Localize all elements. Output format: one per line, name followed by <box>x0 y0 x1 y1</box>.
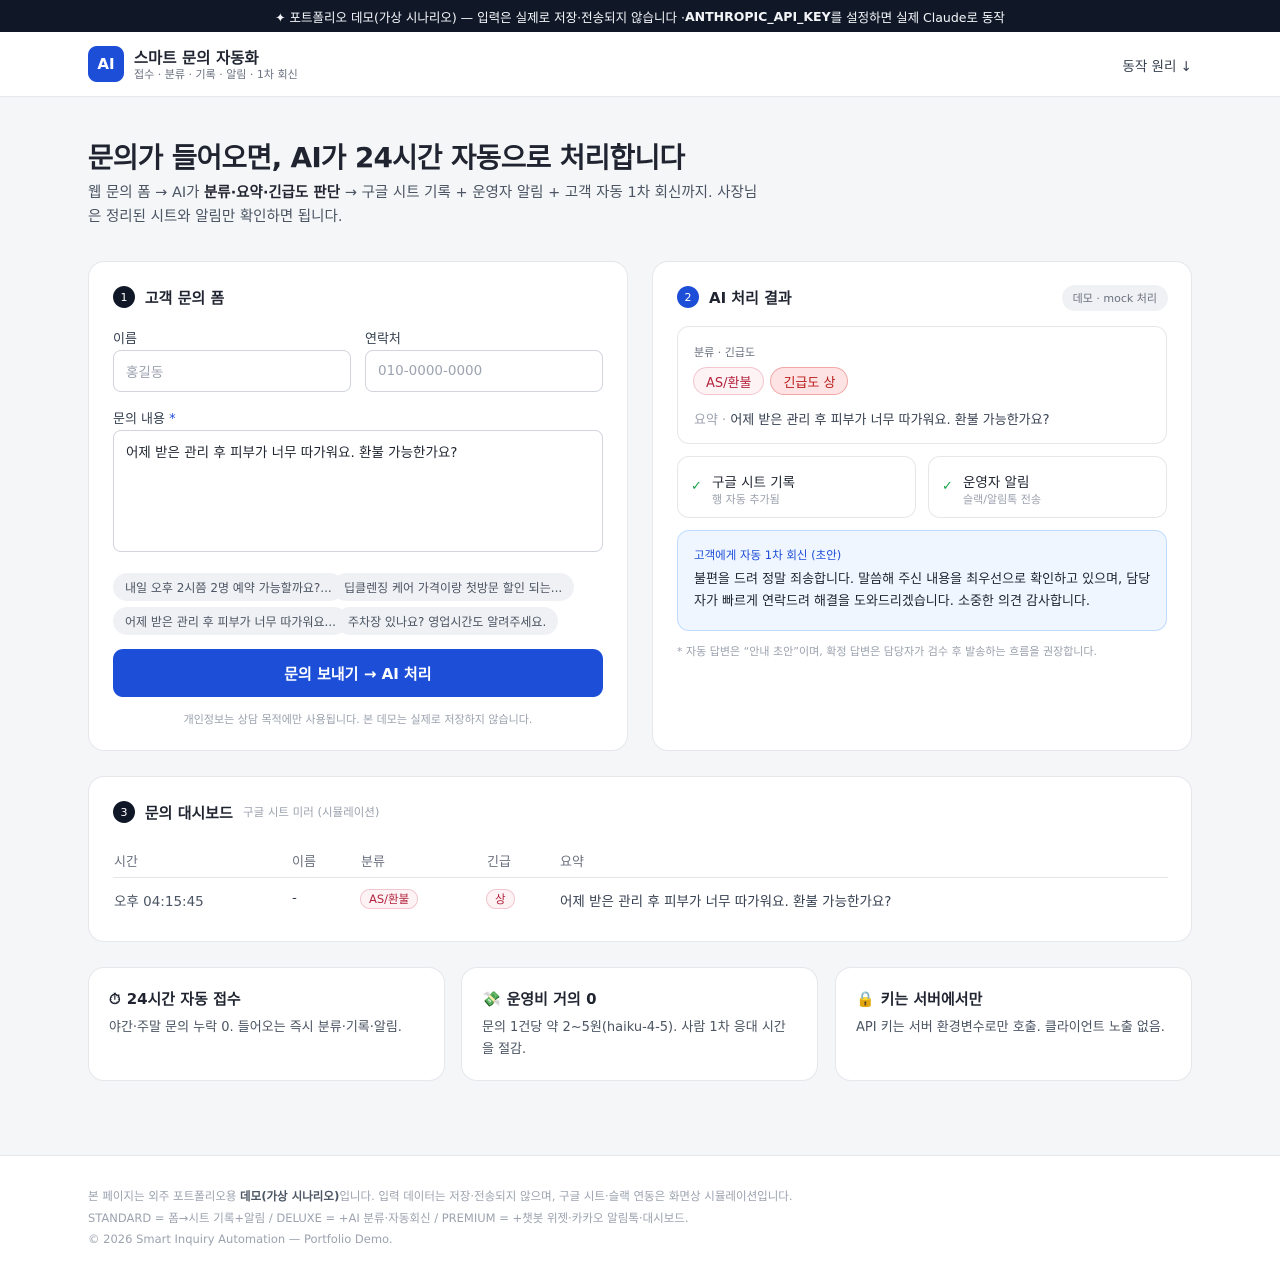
hero-description: 웹 문의 폼 → AI가 분류·요약·긴급도 판단 → 구글 시트 기록 + 운… <box>88 181 768 229</box>
result-card-title: AI 처리 결과 <box>709 288 792 307</box>
money-icon: 💸 <box>482 989 501 1008</box>
classification-box: 분류 · 긴급도 AS/환불 긴급도 상 요약 · 어제 받은 관리 후 피부가… <box>677 326 1167 444</box>
check-icon: ✓ <box>691 479 702 494</box>
check-icon: ✓ <box>942 479 953 494</box>
sheet-status-box: ✓ 구글 시트 기록 행 자동 추가됨 <box>677 456 916 518</box>
site-footer: 본 페이지는 외주 포트폴리오용 데모(가상 시나리오)입니다. 입력 데이터는… <box>0 1155 1280 1279</box>
name-input[interactable]: 홍길동 <box>113 350 351 392</box>
dashboard-title: 문의 대시보드 <box>145 803 234 822</box>
banner-suffix: 를 설정하면 실제 Claude로 동작 <box>830 9 1005 25</box>
logo: AI <box>88 46 124 82</box>
step-number-2: 2 <box>677 286 699 308</box>
mock-badge: 데모 · mock 처리 <box>1061 285 1168 311</box>
urgency-tag: 상 <box>486 889 515 909</box>
footer-disclaimer: 본 페이지는 외주 포트폴리오용 데모(가상 시나리오)입니다. 입력 데이터는… <box>88 1188 793 1204</box>
ai-result-card: 2 AI 처리 결과 데모 · mock 처리 분류 · 긴급도 AS/환불 긴… <box>652 261 1192 751</box>
dashboard-subtitle: 구글 시트 미러 (시뮬레이션) <box>243 805 380 819</box>
footer-line1-b: 데모(가상 시나리오) <box>240 1189 340 1203</box>
cell-urgency: 상 <box>486 889 515 909</box>
alert-status-title: 운영자 알림 <box>963 475 1030 491</box>
brand-title: 스마트 문의 자동화 <box>134 49 259 67</box>
feature-title: 💸 운영비 거의 0 <box>482 988 797 1009</box>
col-header-name: 이름 <box>292 855 316 870</box>
category-pill: AS/환불 <box>693 367 765 395</box>
classification-label: 분류 · 긴급도 <box>694 346 756 359</box>
reply-footnote: * 자동 답변은 “안내 초안”이며, 확정 답변은 담당자가 검수 후 발송하… <box>677 645 1098 658</box>
col-header-category: 분류 <box>361 855 385 870</box>
how-it-works-link[interactable]: 동작 원리 ↓ <box>1122 55 1192 75</box>
sheet-status-sub: 행 자동 추가됨 <box>712 493 780 506</box>
summary-line: 요약 · 어제 받은 관리 후 피부가 너무 따가워요. 환불 가능한가요? <box>694 409 1050 428</box>
footer-line1-a: 본 페이지는 외주 포트폴리오용 <box>88 1189 241 1203</box>
hero-title: 문의가 들어오면, AI가 24시간 자동으로 처리합니다 <box>88 141 685 174</box>
feature-card-cost: 💸 운영비 거의 0 문의 1건당 약 2~5원(haiku-4-5). 사람 1… <box>461 967 818 1081</box>
cell-time: 오후 04:15:45 <box>114 894 204 910</box>
feature-card-24h: ⏱ 24시간 자동 접수 야간·주말 문의 누락 0. 들어오는 즉시 분류·기록… <box>88 967 445 1081</box>
summary-label: 요약 · <box>694 413 731 428</box>
dashboard-header: 3 문의 대시보드 구글 시트 미러 (시뮬레이션) <box>113 801 379 823</box>
phone-input[interactable]: 010-0000-0000 <box>365 350 603 392</box>
feature-title-text: 키는 서버에서만 <box>880 990 983 1008</box>
phone-label: 연락처 <box>365 332 401 347</box>
col-header-time: 시간 <box>114 855 138 870</box>
banner-key: ANTHROPIC_API_KEY <box>685 8 831 24</box>
privacy-note: 개인정보는 상담 목적에만 사용됩니다. 본 데모는 실제로 저장하지 않습니다… <box>183 713 533 726</box>
demo-banner: ✦ 포트폴리오 데모(가상 시나리오) — 입력은 실제로 저장·전송되지 않습… <box>0 0 1280 32</box>
banner-prefix: ✦ 포트폴리오 데모(가상 시나리오) — 입력은 실제로 저장·전송되지 않습… <box>275 9 685 25</box>
footer-line1-c: 입니다. 입력 데이터는 저장·전송되지 않으며, 구글 시트·슬랙 연동은 화… <box>339 1189 793 1203</box>
feature-title-text: 운영비 거의 0 <box>506 990 597 1008</box>
content-label: 문의 내용 * <box>113 408 176 427</box>
step-number-3: 3 <box>113 801 135 823</box>
feature-card-security: 🔒 키는 서버에서만 API 키는 서버 환경변수로만 호출. 클라이언트 노출 … <box>835 967 1192 1081</box>
site-header: AI 스마트 문의 자동화 접수 · 분류 · 기록 · 알림 · 1차 회신 … <box>0 32 1280 97</box>
sample-chip-1[interactable]: 내일 오후 2시쯤 2명 예약 가능할까요?... <box>113 573 344 601</box>
stopwatch-icon: ⏱ <box>109 989 121 1008</box>
alert-status-box: ✓ 운영자 알림 슬랙/알림톡 전송 <box>928 456 1167 518</box>
auto-reply-text: 불편을 드려 정말 죄송합니다. 말씀해 주신 내용을 최우선으로 확인하고 있… <box>694 572 1151 609</box>
feature-desc: 야간·주말 문의 누락 0. 들어오는 즉시 분류·기록·알림. <box>109 1020 402 1035</box>
hero-desc-bold: 분류·요약·긴급도 판단 <box>204 185 341 201</box>
form-card-header: 1 고객 문의 폼 <box>113 286 224 308</box>
name-label: 이름 <box>113 332 137 347</box>
feature-title-text: 24시간 자동 접수 <box>126 990 241 1008</box>
cell-name: - <box>292 890 297 906</box>
hero-desc-part1: 웹 문의 폼 → AI가 <box>88 185 205 201</box>
auto-reply-box: 고객에게 자동 1차 회신 (초안) 불편을 드려 정말 죄송합니다. 말씀해 … <box>677 530 1167 631</box>
lock-icon: 🔒 <box>856 989 875 1008</box>
urgency-pill: 긴급도 상 <box>770 367 849 395</box>
required-mark: * <box>169 412 176 427</box>
auto-reply-label: 고객에게 자동 1차 회신 (초안) <box>694 548 842 562</box>
alert-status-sub: 슬랙/알림톡 전송 <box>963 493 1042 506</box>
footer-copyright: © 2026 Smart Inquiry Automation — Portfo… <box>88 1232 393 1246</box>
dashboard-card: 3 문의 대시보드 구글 시트 미러 (시뮬레이션) 시간 이름 분류 긴급 요… <box>88 776 1192 942</box>
feature-title: ⏱ 24시간 자동 접수 <box>109 988 424 1009</box>
sample-chip-3[interactable]: 어제 받은 관리 후 피부가 너무 따가워요... <box>113 607 348 635</box>
table-divider <box>113 877 1168 878</box>
brand-subtitle: 접수 · 분류 · 기록 · 알림 · 1차 회신 <box>134 68 298 81</box>
step-number-1: 1 <box>113 286 135 308</box>
footer-plans: STANDARD = 폼→시트 기록+알림 / DELUXE = +AI 분류·… <box>88 1211 689 1225</box>
result-card-header: 2 AI 처리 결과 <box>677 286 792 308</box>
sample-chip-4[interactable]: 주차장 있나요? 영업시간도 알려주세요. <box>336 607 559 635</box>
category-tag: AS/환불 <box>360 889 419 909</box>
sample-chip-2[interactable]: 딥클렌징 케어 가격이랑 첫방문 할인 되는... <box>332 573 575 601</box>
col-header-urgency: 긴급 <box>487 855 511 870</box>
sheet-status-title: 구글 시트 기록 <box>712 475 796 491</box>
content-textarea[interactable]: 어제 받은 관리 후 피부가 너무 따가워요. 환불 가능한가요? <box>113 430 603 552</box>
cell-summary: 어제 받은 관리 후 피부가 너무 따가워요. 환불 가능한가요? <box>560 894 892 910</box>
classification-pills: AS/환불 긴급도 상 <box>693 367 849 395</box>
form-card-title: 고객 문의 폼 <box>145 288 225 307</box>
col-header-summary: 요약 <box>560 855 584 870</box>
content-label-text: 문의 내용 <box>113 412 165 427</box>
submit-button[interactable]: 문의 보내기 → AI 처리 <box>113 649 603 697</box>
cell-category: AS/환불 <box>360 889 419 909</box>
feature-desc: 문의 1건당 약 2~5원(haiku-4-5). 사람 1차 응대 시간을 절… <box>482 1020 786 1057</box>
inquiry-form-card: 1 고객 문의 폼 이름 홍길동 연락처 010-0000-0000 문의 내용… <box>88 261 628 751</box>
feature-title: 🔒 키는 서버에서만 <box>856 988 1171 1009</box>
feature-desc: API 키는 서버 환경변수로만 호출. 클라이언트 노출 없음. <box>856 1020 1165 1035</box>
summary-text: 어제 받은 관리 후 피부가 너무 따가워요. 환불 가능한가요? <box>730 413 1050 428</box>
